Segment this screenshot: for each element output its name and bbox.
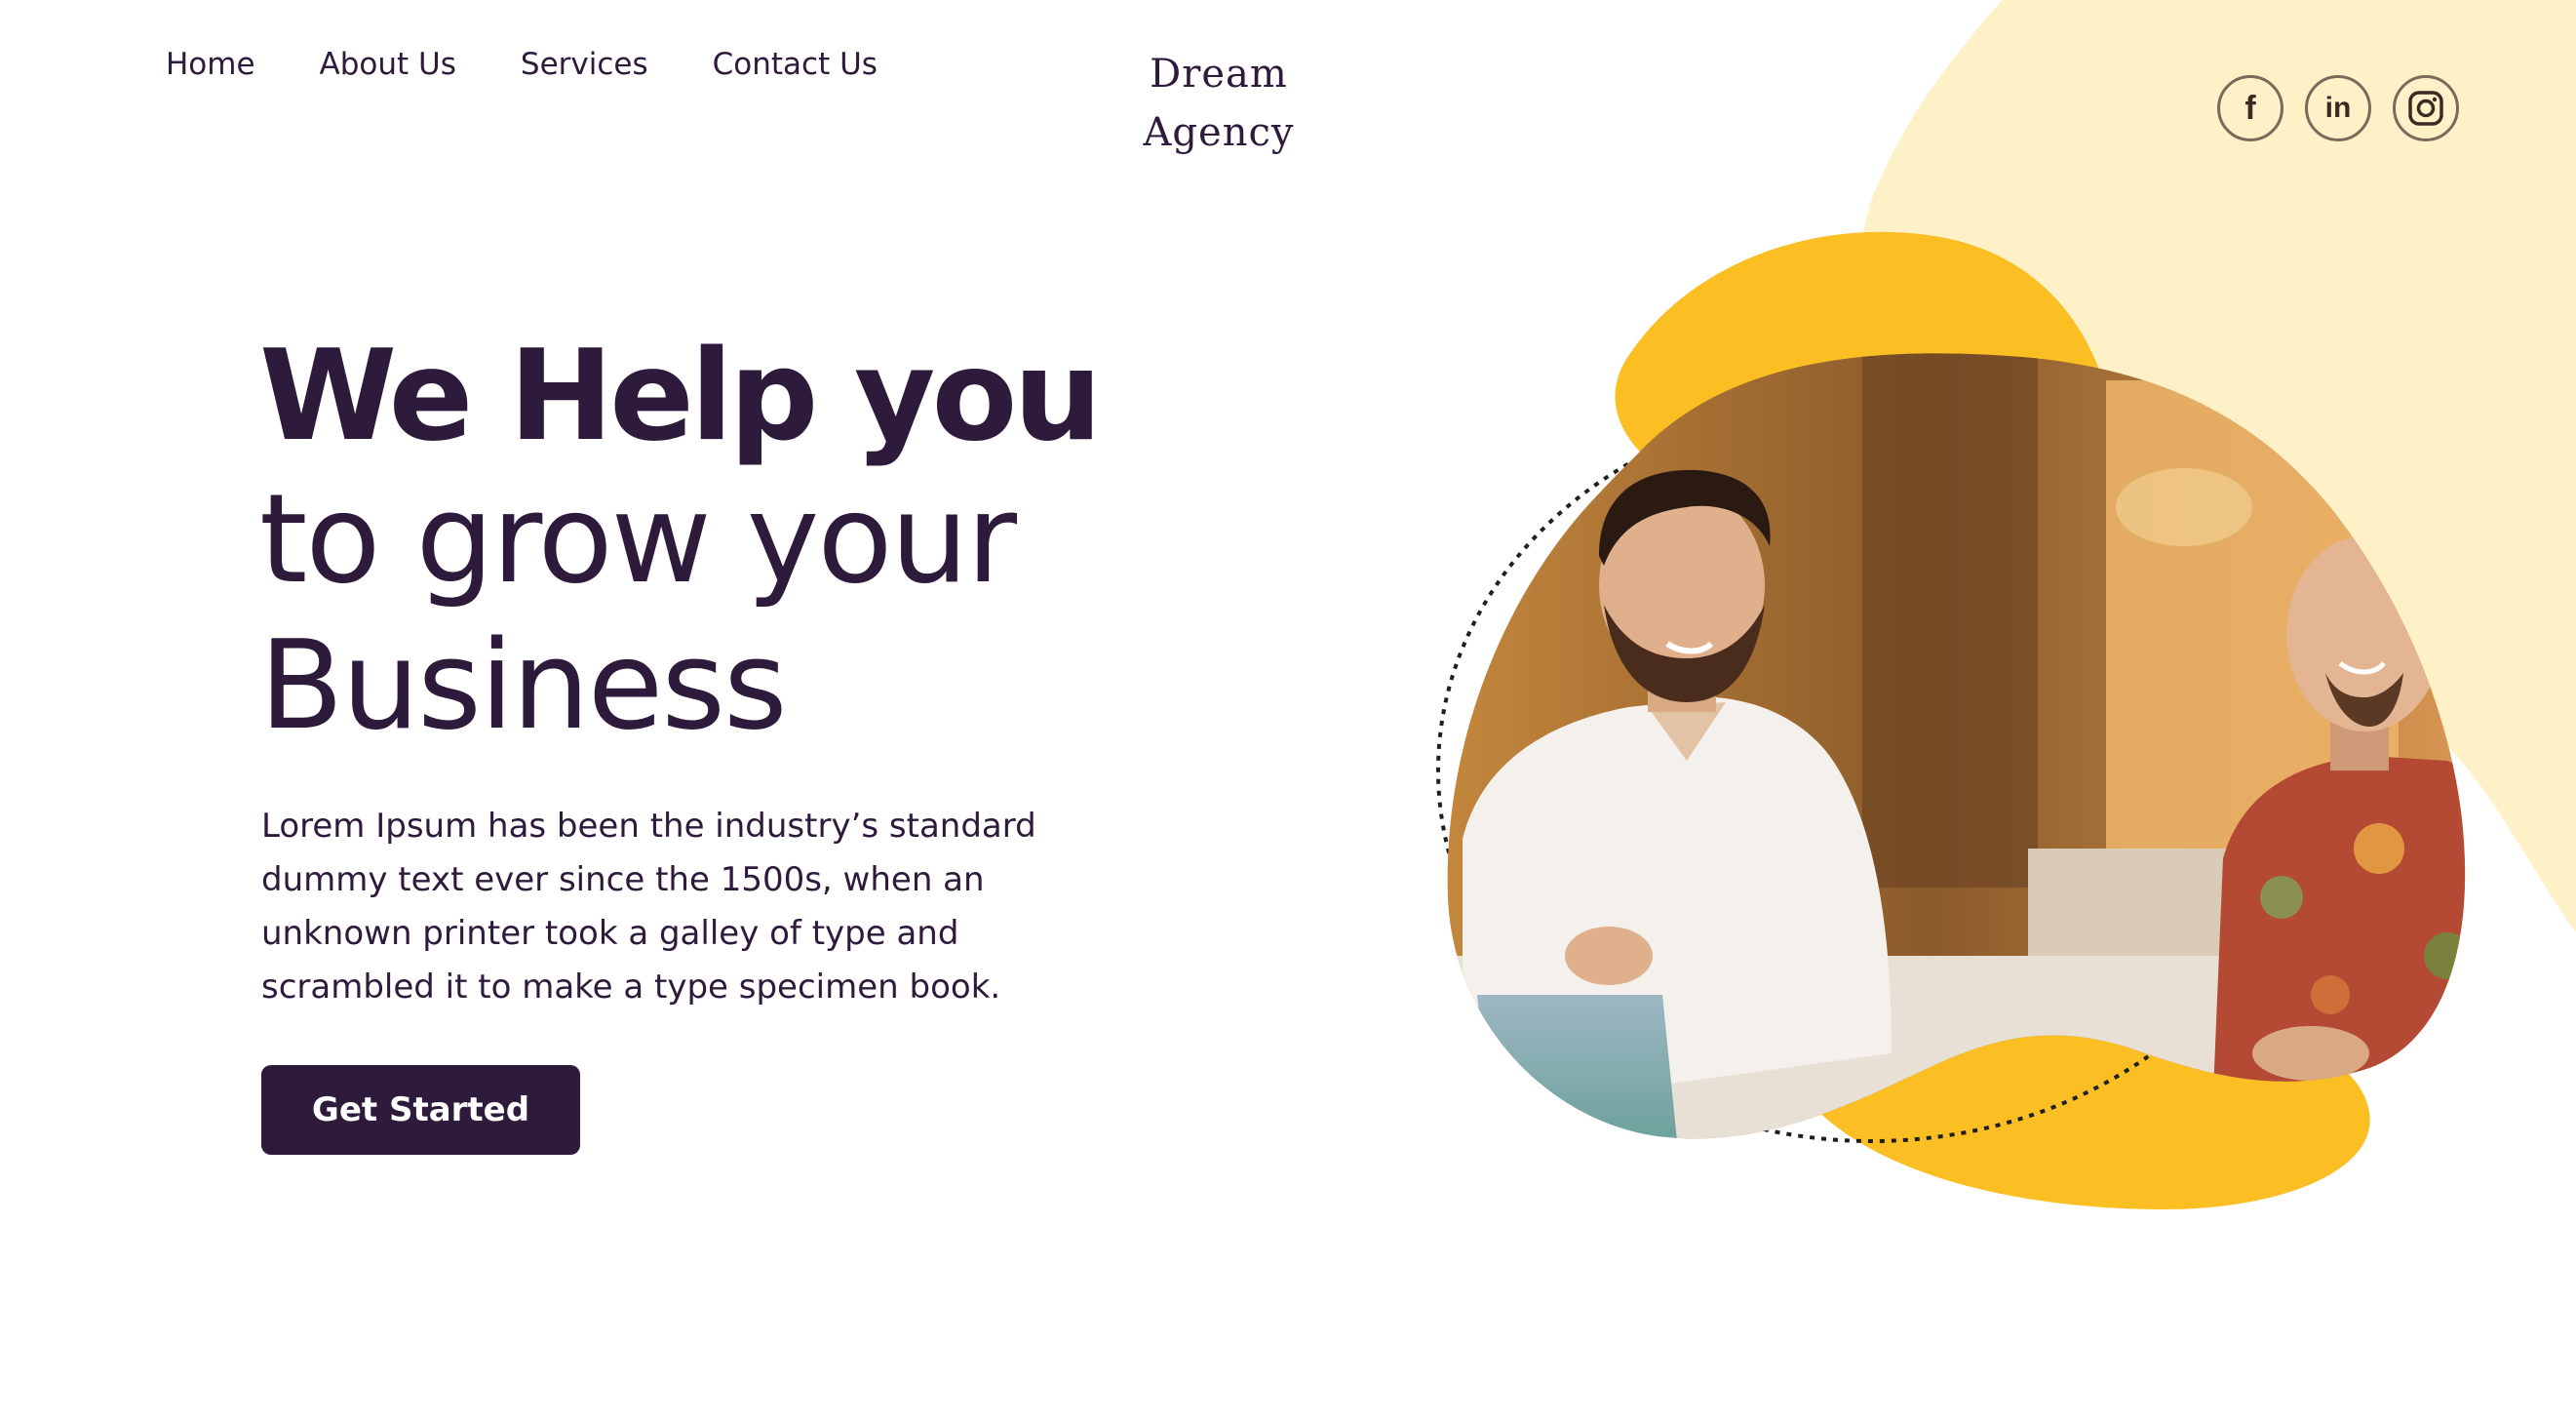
brand-logo[interactable]: Dream Agency (1121, 45, 1316, 162)
linkedin-glyph: in (2324, 92, 2352, 124)
hero-heading-bold: We Help you (259, 324, 1102, 469)
hero-description: Lorem Ipsum has been the industry’s stan… (261, 807, 1036, 1007)
linkedin-icon[interactable]: in (2305, 75, 2371, 141)
facebook-glyph: f (2244, 89, 2256, 127)
hero-illustration (1436, 231, 2466, 1209)
logo-line-2: Agency (1143, 110, 1295, 155)
nav-services-link[interactable]: Services (521, 45, 648, 84)
nav-contact-link[interactable]: Contact Us (713, 45, 878, 84)
nav-about-link[interactable]: About Us (320, 45, 456, 84)
social-links: f in (2217, 75, 2459, 141)
nav-home-link[interactable]: Home (166, 45, 255, 84)
instagram-icon[interactable] (2393, 75, 2459, 141)
hero-heading-line-2: to grow your (259, 467, 1017, 611)
facebook-icon[interactable]: f (2217, 75, 2283, 141)
logo-line-1: Dream (1150, 52, 1288, 97)
main-nav: Home About Us Services Contact Us (166, 45, 942, 84)
hero-heading-line-3: Business (259, 613, 788, 757)
instagram-glyph-icon (2408, 91, 2443, 126)
get-started-button[interactable]: Get Started (261, 1065, 580, 1155)
